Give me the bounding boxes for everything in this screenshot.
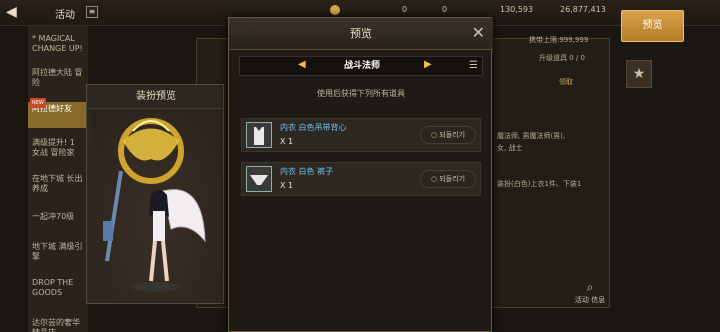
star-icon[interactable]: ★ xyxy=(626,60,652,88)
tank-top-icon[interactable] xyxy=(246,122,272,148)
detail-text: 装扮(白色)上衣1件、下装1 xyxy=(497,180,582,188)
page-title: 活动 xyxy=(55,10,75,21)
character-preview xyxy=(93,111,219,299)
currency-2: 0 xyxy=(442,5,448,14)
revert-button-label: 되돌리기 xyxy=(439,131,466,139)
claim-text[interactable]: 领取 xyxy=(559,77,573,87)
search-icon: ○ xyxy=(430,175,438,183)
coin-icon xyxy=(330,5,340,15)
modal-title: 预览 xyxy=(350,27,372,40)
preview-button[interactable]: 预览 xyxy=(621,10,684,42)
job-name: 战斗法师 xyxy=(343,61,380,71)
event-info-label: 活动 信息 xyxy=(574,296,606,304)
item-quantity: X 1 xyxy=(280,181,294,190)
search-icon: ○ xyxy=(430,131,438,139)
revert-button-label: 되돌리기 xyxy=(439,175,466,183)
character-illustration xyxy=(103,118,206,292)
item-quantity: X 1 xyxy=(280,137,294,146)
event-item[interactable]: 达尔芸的奢华精品店 xyxy=(28,316,88,332)
event-item[interactable]: 一起冲70级 xyxy=(28,210,88,224)
list-item: 内衣 白色吊带背心 X 1 ○ 되돌리기 xyxy=(241,118,481,152)
event-item[interactable]: DROP THE GOODS xyxy=(28,276,88,300)
event-item-active[interactable]: NEW 阿拉德好友 xyxy=(28,98,88,128)
new-badge: NEW xyxy=(30,98,46,108)
detail-text: 女, 战士 xyxy=(497,144,523,152)
currency-1: 0 xyxy=(402,5,408,14)
limit-text: 携带上限:999,999 xyxy=(529,36,589,44)
preview-modal: 预览 ✕ ◀ 战斗法师 ▶ ☰ 使用后获得下列所有道具 内衣 白色吊带背心 X … xyxy=(228,17,493,332)
event-list: * MAGICAL CHANGE UP! 阿拉德大陆 冒险 NEW 阿拉德好友 … xyxy=(28,26,88,332)
item-name: 内衣 白色吊带背心 xyxy=(280,123,347,132)
currency-3: 130,593 xyxy=(500,5,534,14)
costume-preview-title: 装扮预览 xyxy=(87,85,225,109)
event-item[interactable]: 满级提升! 1 女战 冒险家 xyxy=(28,136,88,160)
event-item[interactable]: 地下城 满级引擎 xyxy=(28,240,88,264)
costume-preview-panel: 装扮预览 xyxy=(86,84,225,304)
filter-icon[interactable]: ☰ xyxy=(469,60,478,71)
detail-text: 魔法师, 男魔法师(男), xyxy=(497,132,566,140)
currency-4: 26,877,413 xyxy=(560,5,606,14)
instruction-text: 使用后获得下列所有道具 xyxy=(317,89,405,98)
upgrade-text: 升级道具 0 / 0 xyxy=(539,54,585,62)
job-selector: ◀ 战斗法师 ▶ ☰ xyxy=(239,56,483,76)
chevron-right-icon[interactable]: ▶ xyxy=(424,59,432,70)
event-item[interactable]: 阿拉德大陆 冒险 xyxy=(28,66,88,90)
event-item[interactable]: * MAGICAL CHANGE UP! xyxy=(28,32,88,56)
underwear-icon[interactable] xyxy=(246,166,272,192)
item-name: 内衣 白色 裤子 xyxy=(280,167,334,176)
event-info-button[interactable]: ⌕ 活动 信息 xyxy=(572,280,608,308)
search-icon: ⌕ xyxy=(586,280,594,294)
menu-icon[interactable]: ≡ xyxy=(86,6,98,18)
back-arrow-icon[interactable]: ◀ xyxy=(6,4,17,20)
list-item: 内衣 白色 裤子 X 1 ○ 되돌리기 xyxy=(241,162,481,196)
modal-header: 预览 ✕ xyxy=(229,18,493,50)
currency-coin xyxy=(330,5,343,15)
revert-button[interactable]: ○ 되돌리기 xyxy=(420,126,476,144)
close-icon[interactable]: ✕ xyxy=(472,24,485,42)
revert-button[interactable]: ○ 되돌리기 xyxy=(420,170,476,188)
event-item[interactable]: 在地下城 长出养成 xyxy=(28,172,88,196)
